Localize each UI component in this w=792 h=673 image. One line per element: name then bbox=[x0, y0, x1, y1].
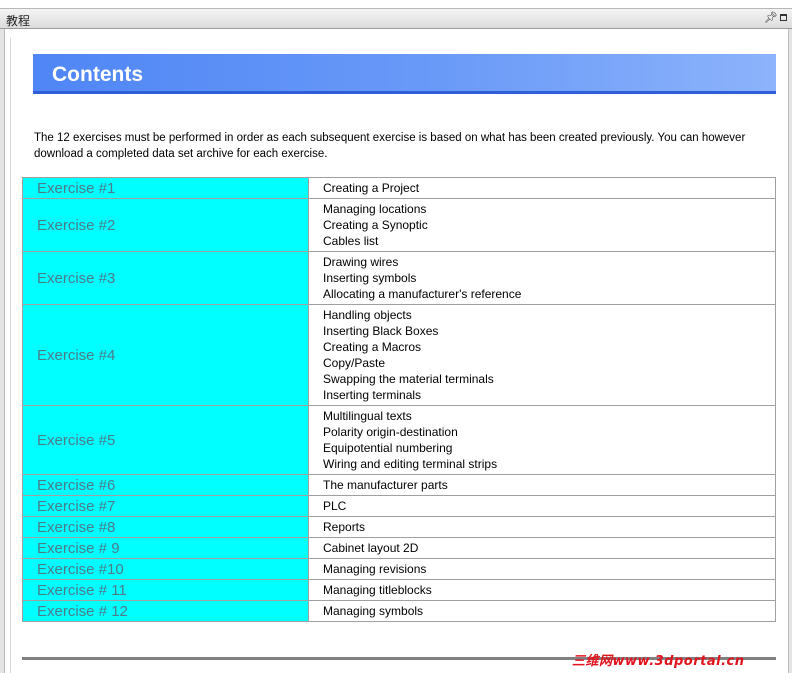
exercise-topics: PLC bbox=[309, 496, 775, 516]
topic-item[interactable]: Managing titleblocks bbox=[323, 582, 775, 598]
topic-item[interactable]: Creating a Macros bbox=[323, 339, 775, 355]
window-titlebar: 教程 📌︎ bbox=[0, 0, 792, 29]
titlebar-bar: 教程 📌︎ bbox=[0, 8, 792, 29]
exercise-label[interactable]: Exercise #5 bbox=[23, 406, 308, 474]
exercise-row: Exercise #4 Handling objects Inserting Bla… bbox=[23, 305, 775, 405]
exercise-topics: The manufacturer parts bbox=[309, 475, 775, 495]
exercise-topics: Managing titleblocks bbox=[309, 580, 775, 600]
exercise-label[interactable]: Exercise # 11 bbox=[23, 580, 308, 600]
exercise-topics: Managing revisions bbox=[309, 559, 775, 579]
exercise-topics: Handling objects Inserting Black Boxes Cre… bbox=[309, 305, 775, 405]
exercise-row: Exercise #6 The manufacturer parts bbox=[23, 475, 775, 495]
topic-item[interactable]: Cabinet layout 2D bbox=[323, 540, 775, 556]
topic-item[interactable]: Inserting symbols bbox=[323, 270, 775, 286]
exercise-row: Exercise # 11 Managing titleblocks bbox=[23, 580, 775, 600]
topic-item[interactable]: Inserting Black Boxes bbox=[323, 323, 775, 339]
exercise-topics: Reports bbox=[309, 517, 775, 537]
page-title: Contents bbox=[52, 63, 143, 86]
watermark: 三维网www.3dportal.cn bbox=[572, 654, 745, 669]
exercise-label[interactable]: Exercise # 12 bbox=[23, 601, 308, 621]
topic-item[interactable]: Polarity origin-destination bbox=[323, 424, 775, 440]
exercise-label[interactable]: Exercise #7 bbox=[23, 496, 308, 516]
topic-item[interactable]: Swapping the material terminals bbox=[323, 371, 775, 387]
topic-item[interactable]: Managing locations bbox=[323, 201, 775, 217]
exercise-topics: Creating a Project bbox=[309, 178, 775, 198]
topic-item[interactable]: Creating a Project bbox=[323, 180, 775, 196]
exercise-row: Exercise #8 Reports bbox=[23, 517, 775, 537]
exercise-label[interactable]: Exercise #2 bbox=[23, 199, 308, 251]
exercise-topics: Multilingual texts Polarity origin-destin… bbox=[309, 406, 775, 474]
exercise-row: Exercise #5 Multilingual texts Polarity or… bbox=[23, 406, 775, 474]
topic-item[interactable]: Reports bbox=[323, 519, 775, 535]
exercise-label[interactable]: Exercise #1 bbox=[23, 178, 308, 198]
exercise-label[interactable]: Exercise #4 bbox=[23, 305, 308, 405]
topic-item[interactable]: Copy/Paste bbox=[323, 355, 775, 371]
topic-item[interactable]: Wiring and editing terminal strips bbox=[323, 456, 775, 472]
topic-item[interactable]: PLC bbox=[323, 498, 775, 514]
exercise-topics: Drawing wires Inserting symbols Allocating… bbox=[309, 252, 775, 304]
intro-text: The 12 exercises must be performed in or… bbox=[34, 132, 746, 160]
exercise-topics: Cabinet layout 2D bbox=[309, 538, 775, 558]
window-title: 教程 bbox=[6, 14, 31, 28]
exercise-label[interactable]: Exercise #6 bbox=[23, 475, 308, 495]
topic-item[interactable]: Handling objects bbox=[323, 307, 775, 323]
topic-item[interactable]: The manufacturer parts bbox=[323, 477, 775, 493]
topic-item[interactable]: Allocating a manufacturer's reference bbox=[323, 286, 775, 302]
pin-icon[interactable]: 📌︎ bbox=[764, 11, 778, 24]
exercise-row: Exercise #10 Managing revisions bbox=[23, 559, 775, 579]
exercise-row: Exercise #1 Creating a Project bbox=[23, 178, 775, 198]
exercise-label[interactable]: Exercise #8 bbox=[23, 517, 308, 537]
exercises-table-body: Exercise #1 Creating a Project Exercise #2… bbox=[23, 178, 775, 621]
exercise-row: Exercise # 9 Cabinet layout 2D bbox=[23, 538, 775, 558]
exercise-topics: Managing locations Creating a Synoptic Cab… bbox=[309, 199, 775, 251]
exercises-table: Exercise #1 Creating a Project Exercise #2… bbox=[22, 177, 776, 622]
topic-item[interactable]: Cables list bbox=[323, 233, 775, 249]
contents-banner: Contents bbox=[33, 54, 776, 94]
topic-item[interactable]: Managing revisions bbox=[323, 561, 775, 577]
exercise-row: Exercise # 12 Managing symbols bbox=[23, 601, 775, 621]
topic-item[interactable]: Equipotential numbering bbox=[323, 440, 775, 456]
exercise-row: Exercise #2 Managing locations Creating a … bbox=[23, 199, 775, 251]
topic-item[interactable]: Multilingual texts bbox=[323, 408, 775, 424]
window-frame-right bbox=[788, 29, 792, 673]
exercise-label[interactable]: Exercise #3 bbox=[23, 252, 308, 304]
topic-item[interactable]: Drawing wires bbox=[323, 254, 775, 270]
exercise-topics: Managing symbols bbox=[309, 601, 775, 621]
exercise-label[interactable]: Exercise #10 bbox=[23, 559, 308, 579]
topic-item[interactable]: Inserting terminals bbox=[323, 387, 775, 403]
topic-item[interactable]: Managing symbols bbox=[323, 603, 775, 619]
exercise-row: Exercise #7 PLC bbox=[23, 496, 775, 516]
exercise-label[interactable]: Exercise # 9 bbox=[23, 538, 308, 558]
topic-item[interactable]: Creating a Synoptic bbox=[323, 217, 775, 233]
window-frame-left bbox=[0, 29, 5, 673]
maximize-icon[interactable] bbox=[780, 14, 787, 21]
exercise-row: Exercise #3 Drawing wires Inserting symbol… bbox=[23, 252, 775, 304]
